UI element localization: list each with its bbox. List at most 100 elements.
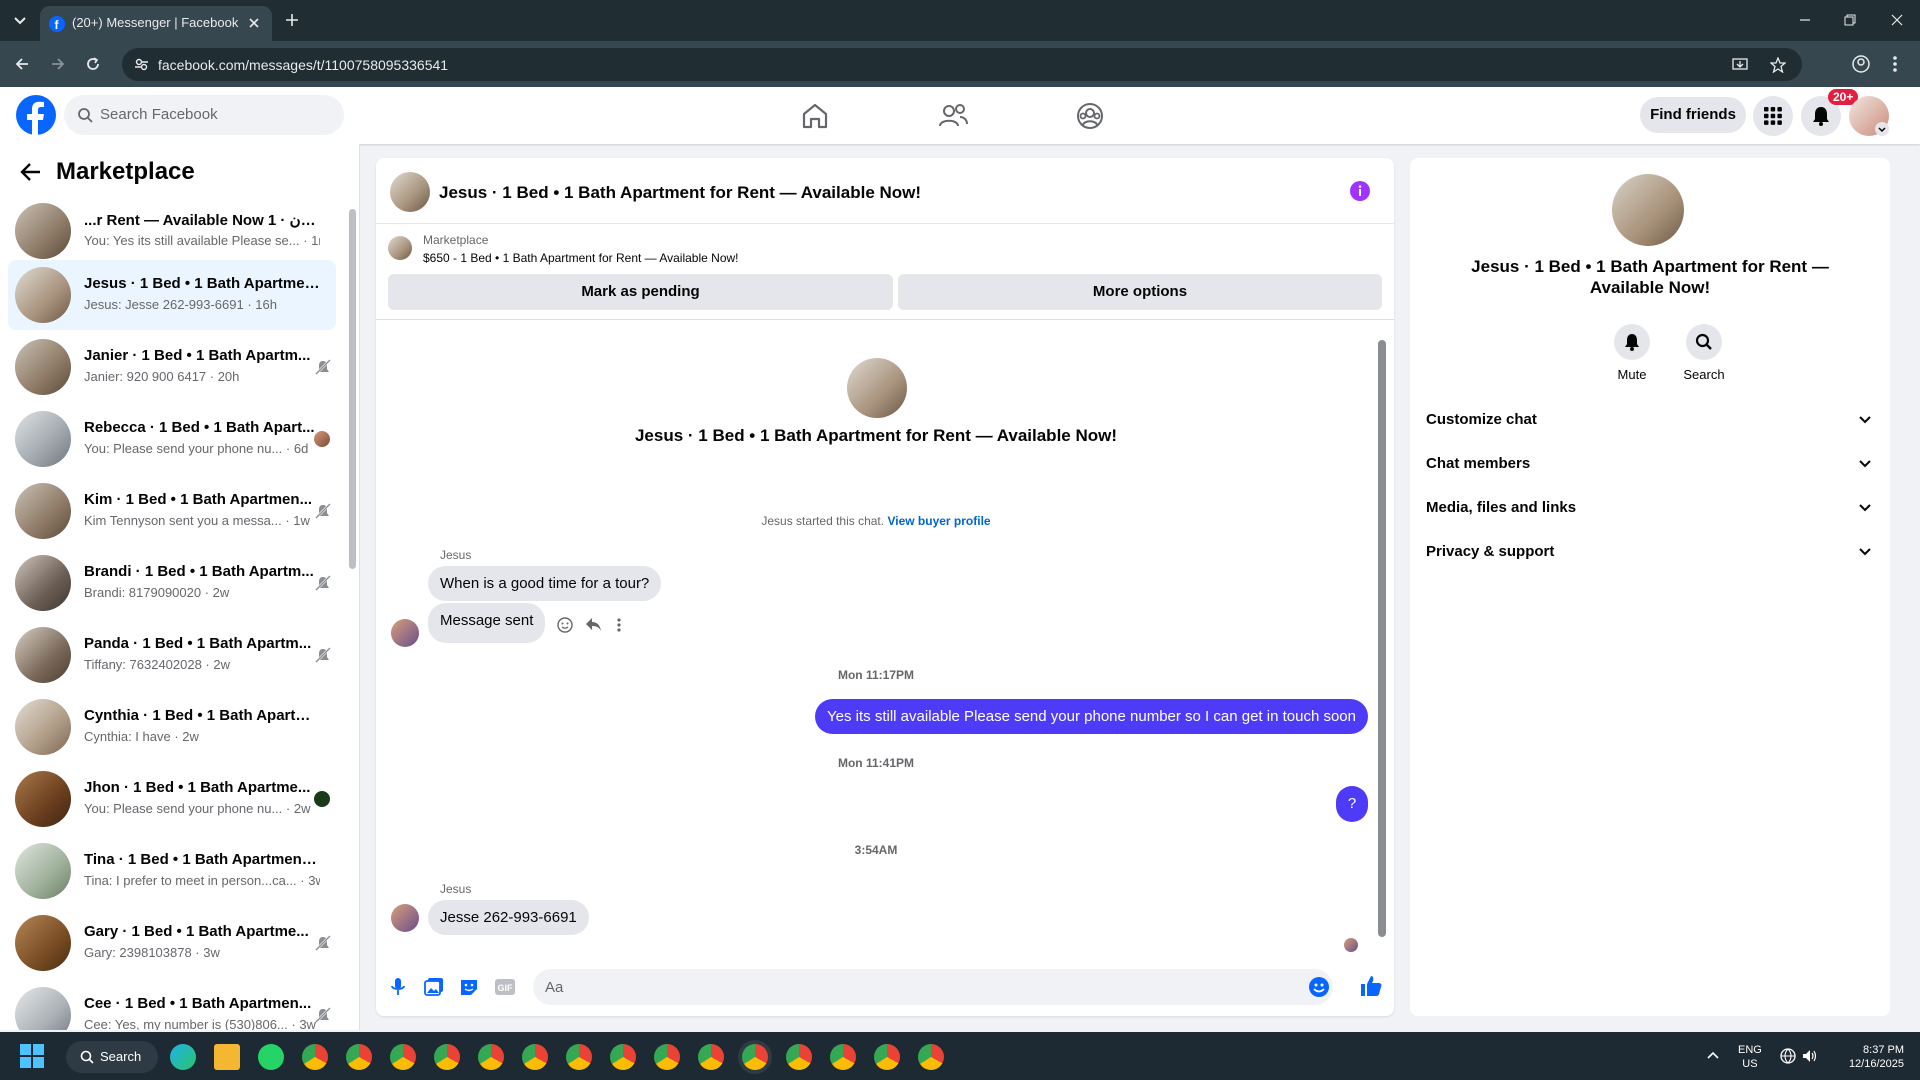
conversation-item[interactable]: Brandi · 1 Bed • 1 Bath Apartm... Brandi… <box>8 548 336 618</box>
view-buyer-profile-link[interactable]: View buyer profile <box>887 514 990 528</box>
gif-icon[interactable]: GIF <box>494 977 516 997</box>
clock[interactable]: 8:37 PM 12/16/2025 <box>1838 1043 1904 1071</box>
message-input[interactable]: Aa <box>533 969 1333 1005</box>
conversation-item[interactable]: Cynthia · 1 Bed • 1 Bath Apartme... Cynt… <box>8 692 336 762</box>
chrome-icon[interactable] <box>566 1044 592 1070</box>
conversation-preview: Kim Tennyson sent you a messa... · 1w <box>84 513 310 528</box>
chat-members-row[interactable]: Chat members <box>1426 446 1880 482</box>
chrome-icon[interactable] <box>302 1044 328 1070</box>
forward-icon[interactable] <box>50 56 66 72</box>
incoming-message[interactable]: Jesse 262-993-6691 <box>428 900 589 935</box>
sidebar-scrollbar[interactable] <box>349 209 356 569</box>
site-info-icon[interactable] <box>134 57 149 72</box>
chrome-icon[interactable] <box>874 1044 900 1070</box>
sticker-icon[interactable] <box>459 977 479 997</box>
thread-title: Jesus · 1 Bed • 1 Bath Apartment for Ren… <box>634 426 1118 445</box>
file-explorer-icon[interactable] <box>214 1044 240 1070</box>
chrome-icon[interactable] <box>390 1044 416 1070</box>
profile-icon[interactable] <box>1852 55 1870 73</box>
conversation-item[interactable]: Jhon · 1 Bed • 1 Bath Apartme... You: Pl… <box>8 764 336 834</box>
chrome-icon[interactable] <box>522 1044 548 1070</box>
reply-icon[interactable] <box>585 617 602 632</box>
volume-icon[interactable] <box>1802 1048 1818 1064</box>
bookmark-star-icon[interactable] <box>1770 57 1786 73</box>
conversation-item[interactable]: Janier · 1 Bed • 1 Bath Apartm... Janier… <box>8 332 336 402</box>
customize-chat-row[interactable]: Customize chat <box>1426 402 1880 438</box>
install-app-icon[interactable] <box>1732 57 1748 73</box>
menu-button[interactable] <box>1753 96 1793 136</box>
sender-avatar[interactable] <box>391 904 419 932</box>
home-icon[interactable] <box>798 99 832 133</box>
back-icon[interactable] <box>14 56 30 72</box>
back-arrow-icon[interactable] <box>20 162 42 182</box>
window-close-icon[interactable] <box>1890 13 1904 27</box>
windows-start-icon[interactable] <box>20 1044 44 1068</box>
conversation-item[interactable]: Gary · 1 Bed • 1 Bath Apartme... Gary: 2… <box>8 908 336 978</box>
new-tab-icon[interactable] <box>284 12 300 28</box>
chrome-icon[interactable] <box>610 1044 636 1070</box>
incoming-message[interactable]: Message sent <box>428 603 546 643</box>
chat-title[interactable]: Jesus · 1 Bed • 1 Bath Apartment for Ren… <box>439 183 921 203</box>
omnibox[interactable]: facebook.com/messages/t/1100758095336541 <box>122 48 1802 81</box>
conversation-item[interactable]: Panda · 1 Bed • 1 Bath Apartm... Tiffany… <box>8 620 336 690</box>
chrome-icon[interactable] <box>786 1044 812 1070</box>
chrome-icon[interactable] <box>478 1044 504 1070</box>
search-in-chat-button[interactable]: Search <box>1664 324 1744 382</box>
media-files-links-row[interactable]: Media, files and links <box>1426 490 1880 526</box>
listing-thumbnail <box>388 236 412 260</box>
photo-icon[interactable] <box>424 977 444 997</box>
sender-avatar[interactable] <box>391 619 419 647</box>
info-icon[interactable] <box>1350 181 1370 201</box>
edge-icon[interactable] <box>170 1044 196 1070</box>
conversation-preview: Jesus: Jesse 262-993-6691 · 16h <box>84 297 277 312</box>
incoming-message[interactable]: When is a good time for a tour? <box>428 566 662 601</box>
chrome-icon[interactable] <box>654 1044 680 1070</box>
language-indicator[interactable]: ENG US <box>1738 1043 1762 1071</box>
browser-menu-icon[interactable] <box>1892 55 1898 73</box>
network-icon[interactable] <box>1780 1048 1796 1064</box>
conversation-item[interactable]: Kim · 1 Bed • 1 Bath Apartmen... Kim Ten… <box>8 476 336 546</box>
outgoing-message[interactable]: ? <box>1336 786 1368 822</box>
conversation-item[interactable]: Cee · 1 Bed • 1 Bath Apartmen... Cee: Ye… <box>8 980 336 1030</box>
emoji-icon[interactable] <box>1309 977 1329 997</box>
chat-scrollbar[interactable] <box>1378 340 1386 937</box>
privacy-support-row[interactable]: Privacy & support <box>1426 534 1880 570</box>
thumbs-up-icon[interactable] <box>1360 975 1382 997</box>
chrome-icon[interactable] <box>918 1044 944 1070</box>
restore-icon[interactable] <box>1843 13 1857 27</box>
find-friends-button[interactable]: Find friends <box>1640 97 1746 133</box>
muted-bell-icon <box>315 575 331 591</box>
chrome-icon[interactable] <box>434 1044 460 1070</box>
conversation-item[interactable]: ...r Rent — Available Now 1 · رامون You:… <box>8 196 336 266</box>
account-avatar[interactable] <box>1849 96 1889 136</box>
browser-tab[interactable]: f (20+) Messenger | Facebook <box>40 6 272 41</box>
conversation-item[interactable]: Tina · 1 Bed • 1 Bath Apartment f... Tin… <box>8 836 336 906</box>
friends-icon[interactable] <box>936 99 970 133</box>
groups-icon[interactable] <box>1073 99 1107 133</box>
chevron-up-icon[interactable] <box>1706 1050 1720 1060</box>
chrome-icon-active[interactable] <box>742 1044 768 1070</box>
whatsapp-icon[interactable] <box>258 1044 284 1070</box>
chrome-icon[interactable] <box>346 1044 372 1070</box>
taskbar-search[interactable]: Search <box>66 1041 158 1073</box>
more-options-button[interactable]: More options <box>898 274 1382 310</box>
tab-close-icon[interactable] <box>248 17 260 29</box>
chat-avatar[interactable] <box>390 172 430 212</box>
tab-list-icon[interactable] <box>12 12 28 28</box>
conversation-item[interactable]: Rebecca · 1 Bed • 1 Bath Apart... You: P… <box>8 404 336 474</box>
mark-as-pending-button[interactable]: Mark as pending <box>388 274 893 310</box>
taskbar: Search ENG US 8:37 PM 12/16/2025 <box>0 1032 1920 1080</box>
reload-icon[interactable] <box>85 56 101 72</box>
chrome-icon[interactable] <box>698 1044 724 1070</box>
chrome-icon[interactable] <box>830 1044 856 1070</box>
conversation-item-selected[interactable]: Jesus · 1 Bed • 1 Bath Apartment... Jesu… <box>8 260 336 330</box>
facebook-search[interactable]: Search Facebook <box>64 95 344 135</box>
outgoing-message[interactable]: Yes its still available Please send your… <box>815 699 1368 734</box>
facebook-logo-icon[interactable] <box>16 95 56 135</box>
listing-description[interactable]: $650 - 1 Bed • 1 Bath Apartment for Rent… <box>423 251 739 265</box>
react-emoji-icon[interactable] <box>557 617 573 633</box>
minimize-icon[interactable] <box>1798 13 1812 27</box>
mute-button[interactable]: Mute <box>1592 324 1672 382</box>
more-actions-icon[interactable] <box>616 617 622 633</box>
microphone-icon[interactable] <box>390 977 406 997</box>
